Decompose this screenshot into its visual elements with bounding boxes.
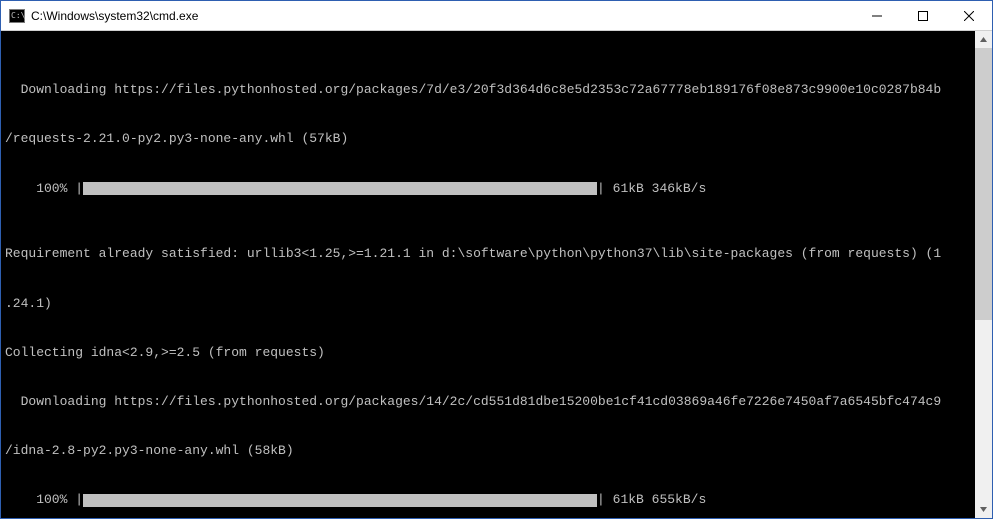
- cmd-window: C:\Windows\system32\cmd.exe Downloading …: [0, 0, 993, 519]
- maximize-button[interactable]: [900, 1, 946, 31]
- terminal-line: /requests-2.21.0-py2.py3-none-any.whl (5…: [5, 131, 975, 147]
- terminal-line: Downloading https://files.pythonhosted.o…: [5, 394, 975, 410]
- terminal-line: Requirement already satisfied: urllib3<1…: [5, 246, 975, 262]
- progress-bar: ||: [75, 492, 605, 508]
- terminal-line: .24.1): [5, 296, 975, 312]
- scroll-track[interactable]: [975, 48, 992, 501]
- terminal-content: Downloading https://files.pythonhosted.o…: [5, 33, 975, 518]
- progress-percent: 100%: [5, 492, 75, 508]
- scroll-up-button[interactable]: [975, 31, 992, 48]
- progress-bar: ||: [75, 181, 605, 197]
- window-title: C:\Windows\system32\cmd.exe: [31, 9, 198, 23]
- progress-rate: 61kB 655kB/s: [605, 492, 706, 508]
- scroll-down-button[interactable]: [975, 501, 992, 518]
- terminal-line: /idna-2.8-py2.py3-none-any.whl (58kB): [5, 443, 975, 459]
- titlebar[interactable]: C:\Windows\system32\cmd.exe: [1, 1, 992, 31]
- progress-rate: 61kB 346kB/s: [605, 181, 706, 197]
- vertical-scrollbar[interactable]: [975, 31, 992, 518]
- scroll-thumb[interactable]: [975, 48, 992, 320]
- close-button[interactable]: [946, 1, 992, 31]
- progress-line: 100% || 61kB 346kB/s: [5, 181, 975, 197]
- terminal-line: Downloading https://files.pythonhosted.o…: [5, 82, 975, 98]
- progress-percent: 100%: [5, 181, 75, 197]
- terminal-area[interactable]: Downloading https://files.pythonhosted.o…: [1, 31, 992, 518]
- minimize-button[interactable]: [854, 1, 900, 31]
- progress-line: 100% || 61kB 655kB/s: [5, 492, 975, 508]
- terminal-line: Collecting idna<2.9,>=2.5 (from requests…: [5, 345, 975, 361]
- cmd-icon: [9, 9, 25, 23]
